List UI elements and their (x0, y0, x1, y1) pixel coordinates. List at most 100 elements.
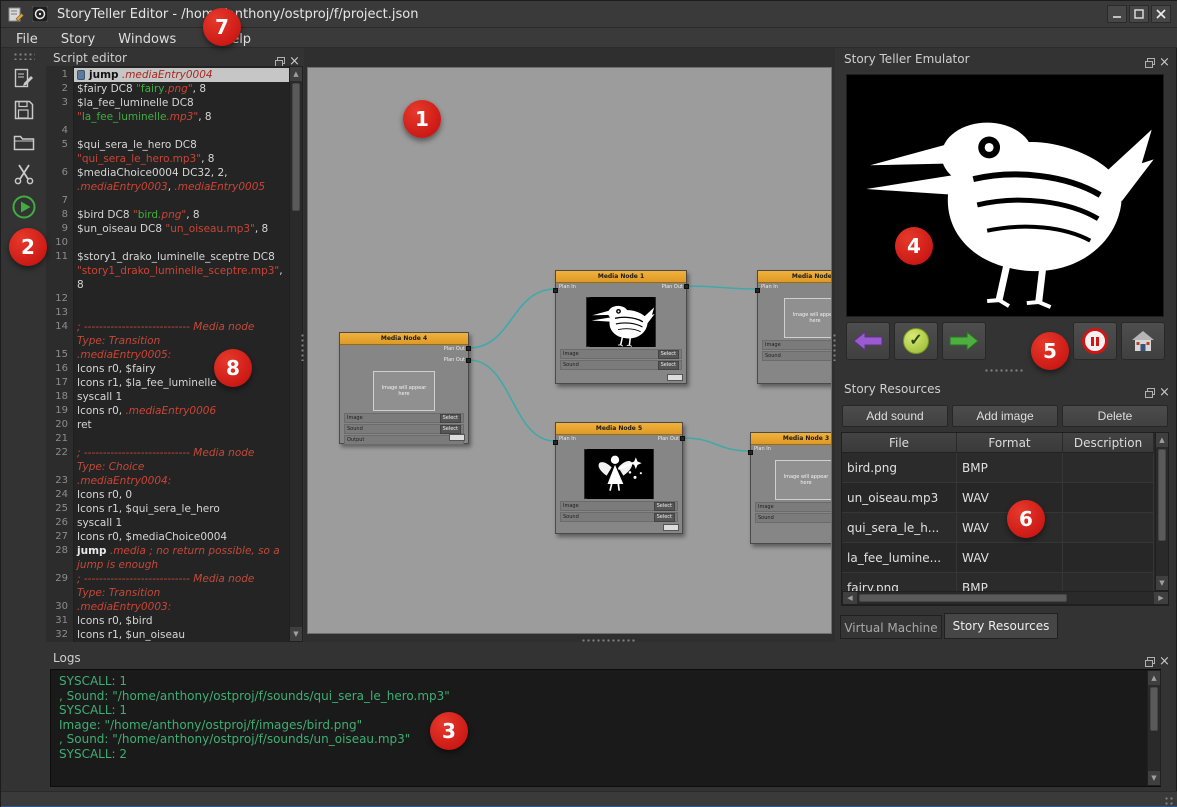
table-row[interactable]: fairy.pngBMP (842, 573, 1154, 591)
output-port[interactable] (684, 284, 689, 289)
scroll-up-icon[interactable]: ▲ (1148, 671, 1160, 685)
code-line: $story1_drako_luminelle_sceptre DC8 (74, 250, 289, 264)
output-port[interactable] (466, 358, 471, 363)
table-vertical-scrollbar[interactable]: ▲ ▼ (1155, 433, 1169, 591)
node-select-button[interactable]: Select (440, 425, 461, 434)
code-line: $la_fee_luminelle DC8 (74, 96, 289, 110)
close-dock-icon[interactable]: × (289, 57, 300, 67)
node-select-button[interactable]: Select (658, 361, 679, 370)
line-number: 11 (46, 250, 73, 264)
node-select-button[interactable]: Select (440, 414, 461, 423)
close-dock-icon[interactable]: × (1159, 58, 1170, 68)
table-cell: qui_sera_le_h... (842, 513, 957, 543)
input-port-label: Plan In (761, 284, 778, 290)
tab-story-resources[interactable]: Story Resources (944, 613, 1058, 639)
media-node[interactable]: Media Node 1Plan InPlan OutImageSelectSo… (555, 270, 687, 384)
save-icon[interactable] (10, 96, 37, 123)
splitter-handle[interactable] (581, 638, 636, 643)
node-select-button[interactable]: Select (654, 502, 675, 511)
table-row[interactable]: qui_sera_le_h...WAV (842, 513, 1154, 543)
column-header[interactable]: Format (957, 433, 1063, 453)
logs-content[interactable]: SYSCALL: 1, Sound: "/home/anthony/ostpro… (50, 669, 1161, 787)
splitter-handle[interactable] (984, 368, 1024, 373)
cut-icon[interactable] (10, 160, 37, 187)
node-select-button[interactable]: Select (658, 350, 679, 359)
scrollbar-thumb[interactable] (1150, 687, 1158, 731)
column-header[interactable]: Description (1063, 433, 1154, 453)
logs-scrollbar[interactable]: ▲ ▼ (1147, 670, 1161, 786)
open-folder-icon[interactable] (10, 128, 37, 155)
table-row[interactable]: un_oiseau.mp3WAV (842, 483, 1154, 513)
titlebar[interactable]: StoryTeller Editor - /home/anthony/ostpr… (1, 1, 1177, 28)
emulator-forward-button[interactable] (942, 322, 986, 360)
minimize-button[interactable] (1107, 5, 1127, 23)
node-field-row: ImageSelect (762, 340, 832, 350)
scroll-down-icon[interactable]: ▼ (1156, 576, 1168, 590)
float-dock-icon[interactable] (1145, 383, 1155, 402)
scroll-right-icon[interactable]: ▶ (1154, 592, 1168, 604)
add-image-button[interactable]: Add image (952, 405, 1058, 427)
column-header[interactable]: File (842, 433, 957, 453)
output-port[interactable] (680, 436, 685, 441)
emulator-pause-button[interactable] (1073, 322, 1117, 360)
node-stepper[interactable] (663, 524, 679, 531)
input-port[interactable] (553, 440, 558, 445)
line-number: 2 (46, 82, 73, 96)
node-stepper[interactable] (449, 434, 465, 441)
table-horizontal-scrollbar[interactable]: ◀ ▶ (842, 591, 1169, 605)
run-icon[interactable] (10, 193, 37, 220)
input-port[interactable] (553, 288, 558, 293)
canvas-region: Media Node 4Plan OutPlan OutImage will a… (304, 48, 835, 642)
output-port[interactable] (466, 346, 471, 351)
code-token: jump (77, 545, 107, 557)
scroll-down-icon[interactable]: ▼ (1148, 771, 1160, 785)
line-number: 30 (46, 600, 73, 614)
media-node[interactable]: Media Node 4Plan OutPlan OutImage will a… (339, 332, 469, 444)
close-dock-icon[interactable]: × (1159, 657, 1170, 667)
float-dock-icon[interactable] (1145, 53, 1155, 72)
scrollbar-thumb[interactable] (1158, 449, 1166, 541)
close-dock-icon[interactable]: × (1159, 388, 1170, 398)
line-number: 22 (46, 446, 73, 460)
add-sound-button[interactable]: Add sound (842, 405, 948, 427)
node-canvas[interactable]: Media Node 4Plan OutPlan OutImage will a… (307, 67, 832, 634)
media-node[interactable]: Media Node 3Plan InImage will appear her… (750, 432, 832, 544)
node-field-label: Image (765, 342, 781, 348)
scroll-up-icon[interactable]: ▲ (1156, 433, 1168, 447)
splitter-handle[interactable] (300, 333, 305, 361)
input-port[interactable] (748, 450, 753, 455)
new-script-icon[interactable] (10, 65, 37, 92)
scrollbar-thumb[interactable] (859, 594, 1067, 602)
scroll-left-icon[interactable]: ◀ (843, 592, 857, 604)
emulator-validate-button[interactable]: ✓ (894, 322, 938, 360)
media-node[interactable]: Media Node 5Plan InPlan OutImageSelectSo… (555, 422, 683, 534)
maximize-button[interactable] (1129, 5, 1149, 23)
emulator-back-button[interactable] (846, 322, 890, 360)
toolbar-grip-handle[interactable] (13, 52, 35, 60)
menu-story[interactable]: Story (52, 30, 104, 49)
menu-windows[interactable]: Windows (109, 30, 185, 49)
script-code[interactable]: jump .mediaEntry0004$fairy DC8 "fairy.pn… (74, 66, 289, 642)
table-cell (1063, 483, 1154, 513)
tab-virtual-machine[interactable]: Virtual Machine (840, 615, 942, 639)
delete-button[interactable]: Delete (1062, 405, 1168, 427)
table-row[interactable]: bird.pngBMP (842, 453, 1154, 483)
table-row[interactable]: la_fee_lumine...WAV (842, 543, 1154, 573)
splitter-handle[interactable] (832, 333, 837, 361)
node-stepper[interactable] (667, 374, 683, 381)
media-node[interactable]: Media Node 2Plan InImage will appear her… (757, 270, 832, 384)
scroll-up-icon[interactable]: ▲ (290, 67, 302, 81)
scrollbar-thumb[interactable] (292, 83, 300, 211)
resources-table-body: bird.pngBMPun_oiseau.mp3WAVqui_sera_le_h… (842, 453, 1154, 591)
node-select-button[interactable]: Select (654, 513, 675, 522)
close-button[interactable] (1151, 5, 1171, 23)
emulator-home-button[interactable] (1121, 322, 1165, 360)
code-line: "story1_drako_luminelle_sceptre.mp3", (74, 264, 289, 278)
scroll-down-icon[interactable]: ▼ (290, 627, 302, 641)
node-field-row: SoundSelect (762, 351, 832, 361)
code-line: jump is enough (74, 558, 289, 572)
code-line: .mediaEntry0003, .mediaEntry0005 (74, 180, 289, 194)
menu-file[interactable]: File (7, 30, 47, 49)
input-port[interactable] (755, 288, 760, 293)
annotation-badge: 1 (403, 100, 441, 138)
